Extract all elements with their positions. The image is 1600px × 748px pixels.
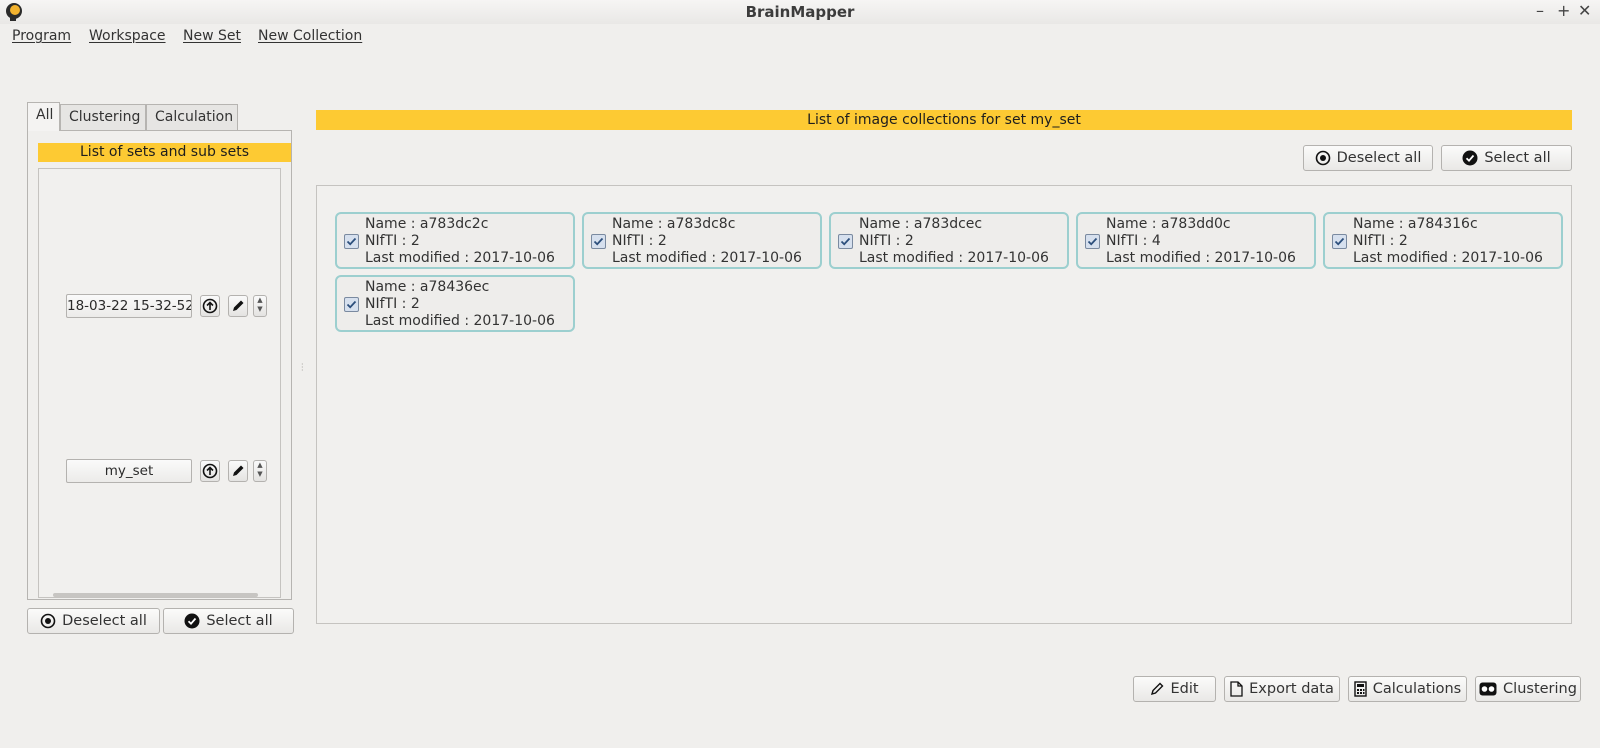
- check-circle-icon: [1462, 150, 1478, 166]
- main-select-all-button[interactable]: Select all: [1441, 145, 1572, 171]
- export-data-label: Export data: [1249, 681, 1334, 697]
- collection-nifti: NIfTI : 2: [1353, 233, 1408, 249]
- title-bar: BrainMapper – + ✕: [0, 0, 1600, 24]
- menu-new-set[interactable]: New Set: [183, 28, 241, 44]
- collection-modified: Last modified : 2017-10-06: [612, 250, 802, 266]
- collections-header: List of image collections for set my_set: [316, 110, 1572, 130]
- arrow-up-circle-icon: [202, 298, 218, 314]
- collection-name: Name : a784316c: [1353, 216, 1478, 232]
- left-deselect-all-button[interactable]: Deselect all: [27, 608, 160, 634]
- checkmark-icon: [593, 237, 604, 246]
- collection-nifti: NIfTI : 2: [859, 233, 914, 249]
- calculations-label: Calculations: [1372, 681, 1462, 697]
- radio-dot-icon: [40, 613, 56, 629]
- set-name-button[interactable]: 18-03-22 15-32-52: [66, 294, 192, 318]
- order-spinner[interactable]: ▲ ▼: [253, 460, 267, 482]
- collection-modified: Last modified : 2017-10-06: [365, 250, 555, 266]
- collection-nifti: NIfTI : 2: [365, 233, 420, 249]
- left-deselect-all-label: Deselect all: [62, 613, 147, 629]
- sets-list[interactable]: 18-03-22 15-32-52 ▲ ▼ my_set ▲ ▼: [38, 168, 281, 598]
- collection-modified: Last modified : 2017-10-06: [1353, 250, 1543, 266]
- move-up-button[interactable]: [200, 460, 220, 482]
- left-select-all-button[interactable]: Select all: [163, 608, 294, 634]
- maximize-icon[interactable]: +: [1557, 1, 1570, 21]
- collection-checkbox[interactable]: [344, 234, 359, 249]
- tab-clustering[interactable]: Clustering: [60, 104, 146, 130]
- order-spinner[interactable]: ▲ ▼: [253, 295, 267, 317]
- collection-card[interactable]: Name : a78436ec NIfTI : 2 Last modified …: [335, 275, 575, 332]
- file-icon: [1230, 681, 1243, 697]
- collection-checkbox[interactable]: [344, 297, 359, 312]
- edit-button[interactable]: Edit: [1133, 676, 1216, 702]
- collection-card[interactable]: Name : a783dcec NIfTI : 2 Last modified …: [829, 212, 1069, 269]
- pencil-icon: [1151, 682, 1164, 696]
- arrow-up-circle-icon: [202, 463, 218, 479]
- sets-header: List of sets and sub sets: [38, 143, 291, 162]
- collection-nifti: NIfTI : 2: [612, 233, 667, 249]
- collection-card[interactable]: Name : a783dc8c NIfTI : 2 Last modified …: [582, 212, 822, 269]
- menu-program[interactable]: Program: [12, 28, 71, 44]
- collection-card[interactable]: Name : a784316c NIfTI : 2 Last modified …: [1323, 212, 1563, 269]
- collection-card[interactable]: Name : a783dc2c NIfTI : 2 Last modified …: [335, 212, 575, 269]
- collection-card[interactable]: Name : a783dd0c NIfTI : 4 Last modified …: [1076, 212, 1316, 269]
- horizontal-scrollbar[interactable]: [53, 593, 258, 597]
- collections-panel: Name : a783dc2c NIfTI : 2 Last modified …: [316, 185, 1572, 624]
- menu-bar: Program Workspace New Set New Collection: [0, 24, 1600, 50]
- edit-set-button[interactable]: [228, 460, 248, 482]
- checkmark-icon: [346, 300, 357, 309]
- radio-dot-icon: [1315, 150, 1330, 166]
- collection-name: Name : a78436ec: [365, 279, 490, 295]
- left-select-all-label: Select all: [206, 613, 273, 629]
- menu-new-collection[interactable]: New Collection: [258, 28, 362, 44]
- clustering-label: Clustering: [1503, 681, 1577, 697]
- main-select-all-label: Select all: [1484, 150, 1551, 166]
- checkmark-icon: [1334, 237, 1345, 246]
- collection-checkbox[interactable]: [1085, 234, 1100, 249]
- collection-name: Name : a783dc8c: [612, 216, 736, 232]
- tab-calculation[interactable]: Calculation: [146, 104, 238, 130]
- pencil-icon: [233, 300, 244, 311]
- collection-checkbox[interactable]: [838, 234, 853, 249]
- calculations-button[interactable]: Calculations: [1348, 676, 1467, 702]
- edit-label: Edit: [1170, 681, 1199, 697]
- collection-modified: Last modified : 2017-10-06: [1106, 250, 1296, 266]
- collection-checkbox[interactable]: [1332, 234, 1347, 249]
- collection-nifti: NIfTI : 2: [365, 296, 420, 312]
- edit-set-button[interactable]: [228, 295, 248, 317]
- close-icon[interactable]: ✕: [1578, 1, 1591, 21]
- checkmark-icon: [346, 237, 357, 246]
- clustering-icon: [1479, 682, 1497, 696]
- checkmark-icon: [1087, 237, 1098, 246]
- window-title: BrainMapper: [745, 3, 855, 21]
- main-deselect-all-button[interactable]: Deselect all: [1303, 145, 1433, 171]
- calculator-icon: [1354, 681, 1367, 697]
- export-data-button[interactable]: Export data: [1224, 676, 1340, 702]
- pencil-icon: [233, 465, 244, 476]
- splitter-handle[interactable]: · · ·: [301, 361, 305, 375]
- collection-name: Name : a783dd0c: [1106, 216, 1231, 232]
- collection-name: Name : a783dcec: [859, 216, 983, 232]
- main-deselect-all-label: Deselect all: [1336, 150, 1422, 166]
- set-name-button[interactable]: my_set: [66, 459, 192, 483]
- clustering-button[interactable]: Clustering: [1475, 676, 1581, 702]
- collection-modified: Last modified : 2017-10-06: [859, 250, 1049, 266]
- collection-name: Name : a783dc2c: [365, 216, 489, 232]
- collection-nifti: NIfTI : 4: [1106, 233, 1161, 249]
- menu-workspace[interactable]: Workspace: [89, 28, 166, 44]
- checkmark-icon: [840, 237, 851, 246]
- collection-modified: Last modified : 2017-10-06: [365, 313, 555, 329]
- collection-checkbox[interactable]: [591, 234, 606, 249]
- check-circle-icon: [184, 613, 200, 629]
- minimize-icon[interactable]: –: [1536, 1, 1544, 21]
- move-up-button[interactable]: [200, 295, 220, 317]
- tab-all[interactable]: All: [27, 102, 60, 131]
